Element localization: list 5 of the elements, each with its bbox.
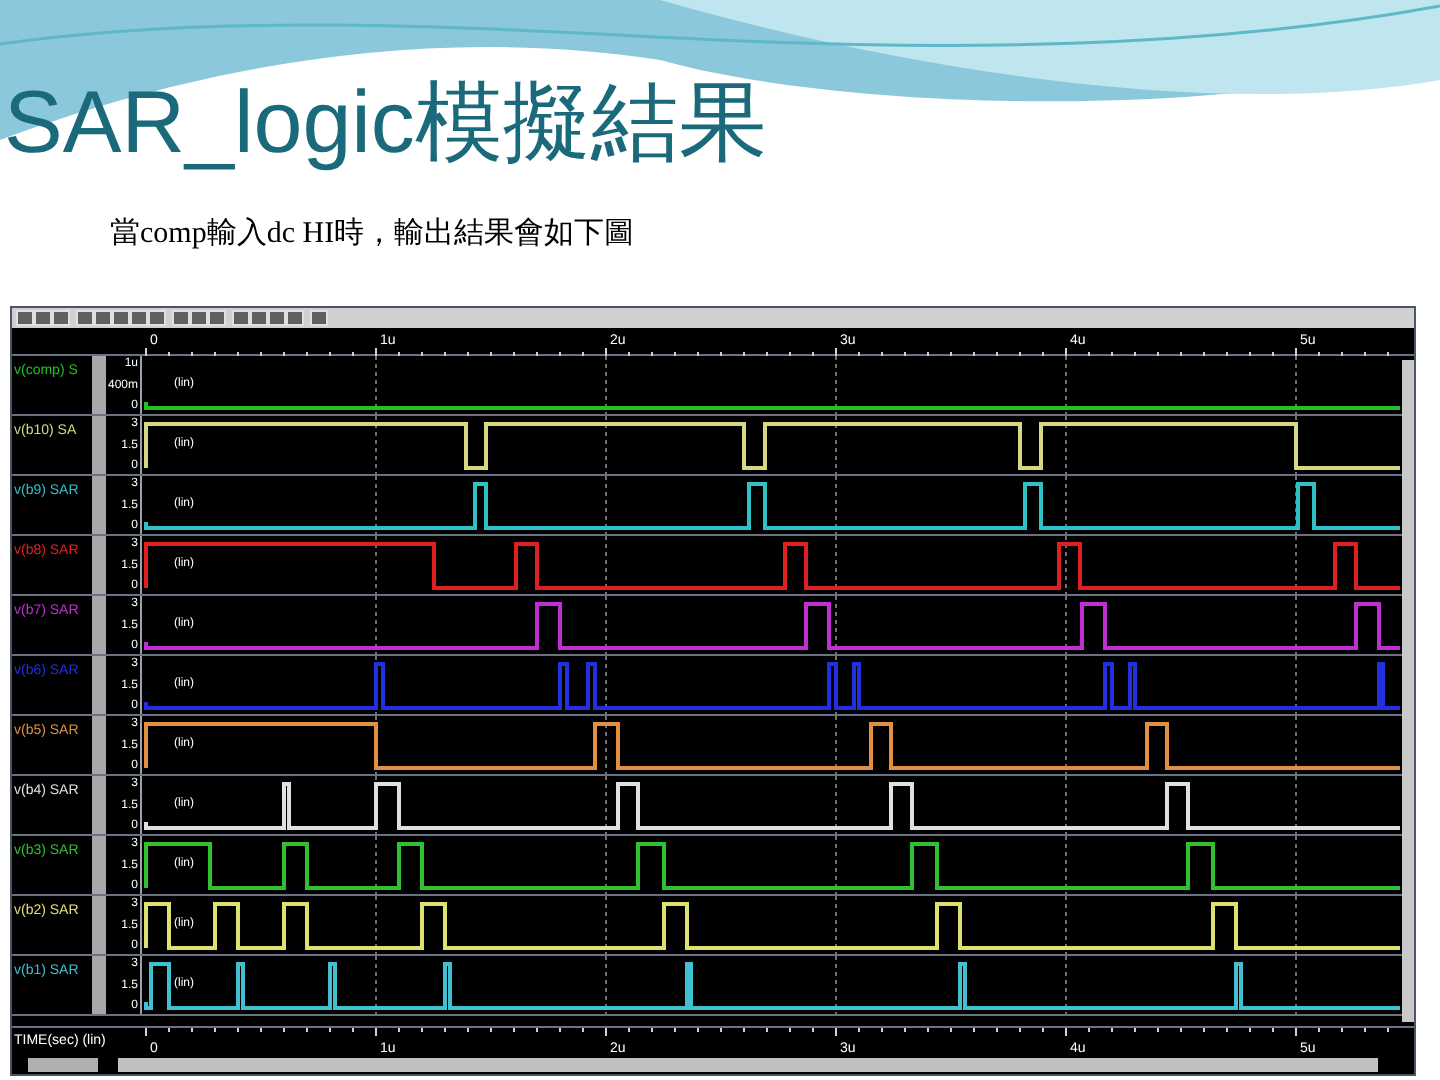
- scroll-bar[interactable]: [1402, 360, 1414, 1022]
- scroll-bar[interactable]: [28, 1057, 98, 1071]
- scroll-bar[interactable]: [118, 1057, 1378, 1071]
- slide-title: SAR_logic模擬結果: [4, 72, 767, 176]
- slide-caption: 當comp輸入dc HI時，輸出結果會如下圖: [110, 215, 635, 254]
